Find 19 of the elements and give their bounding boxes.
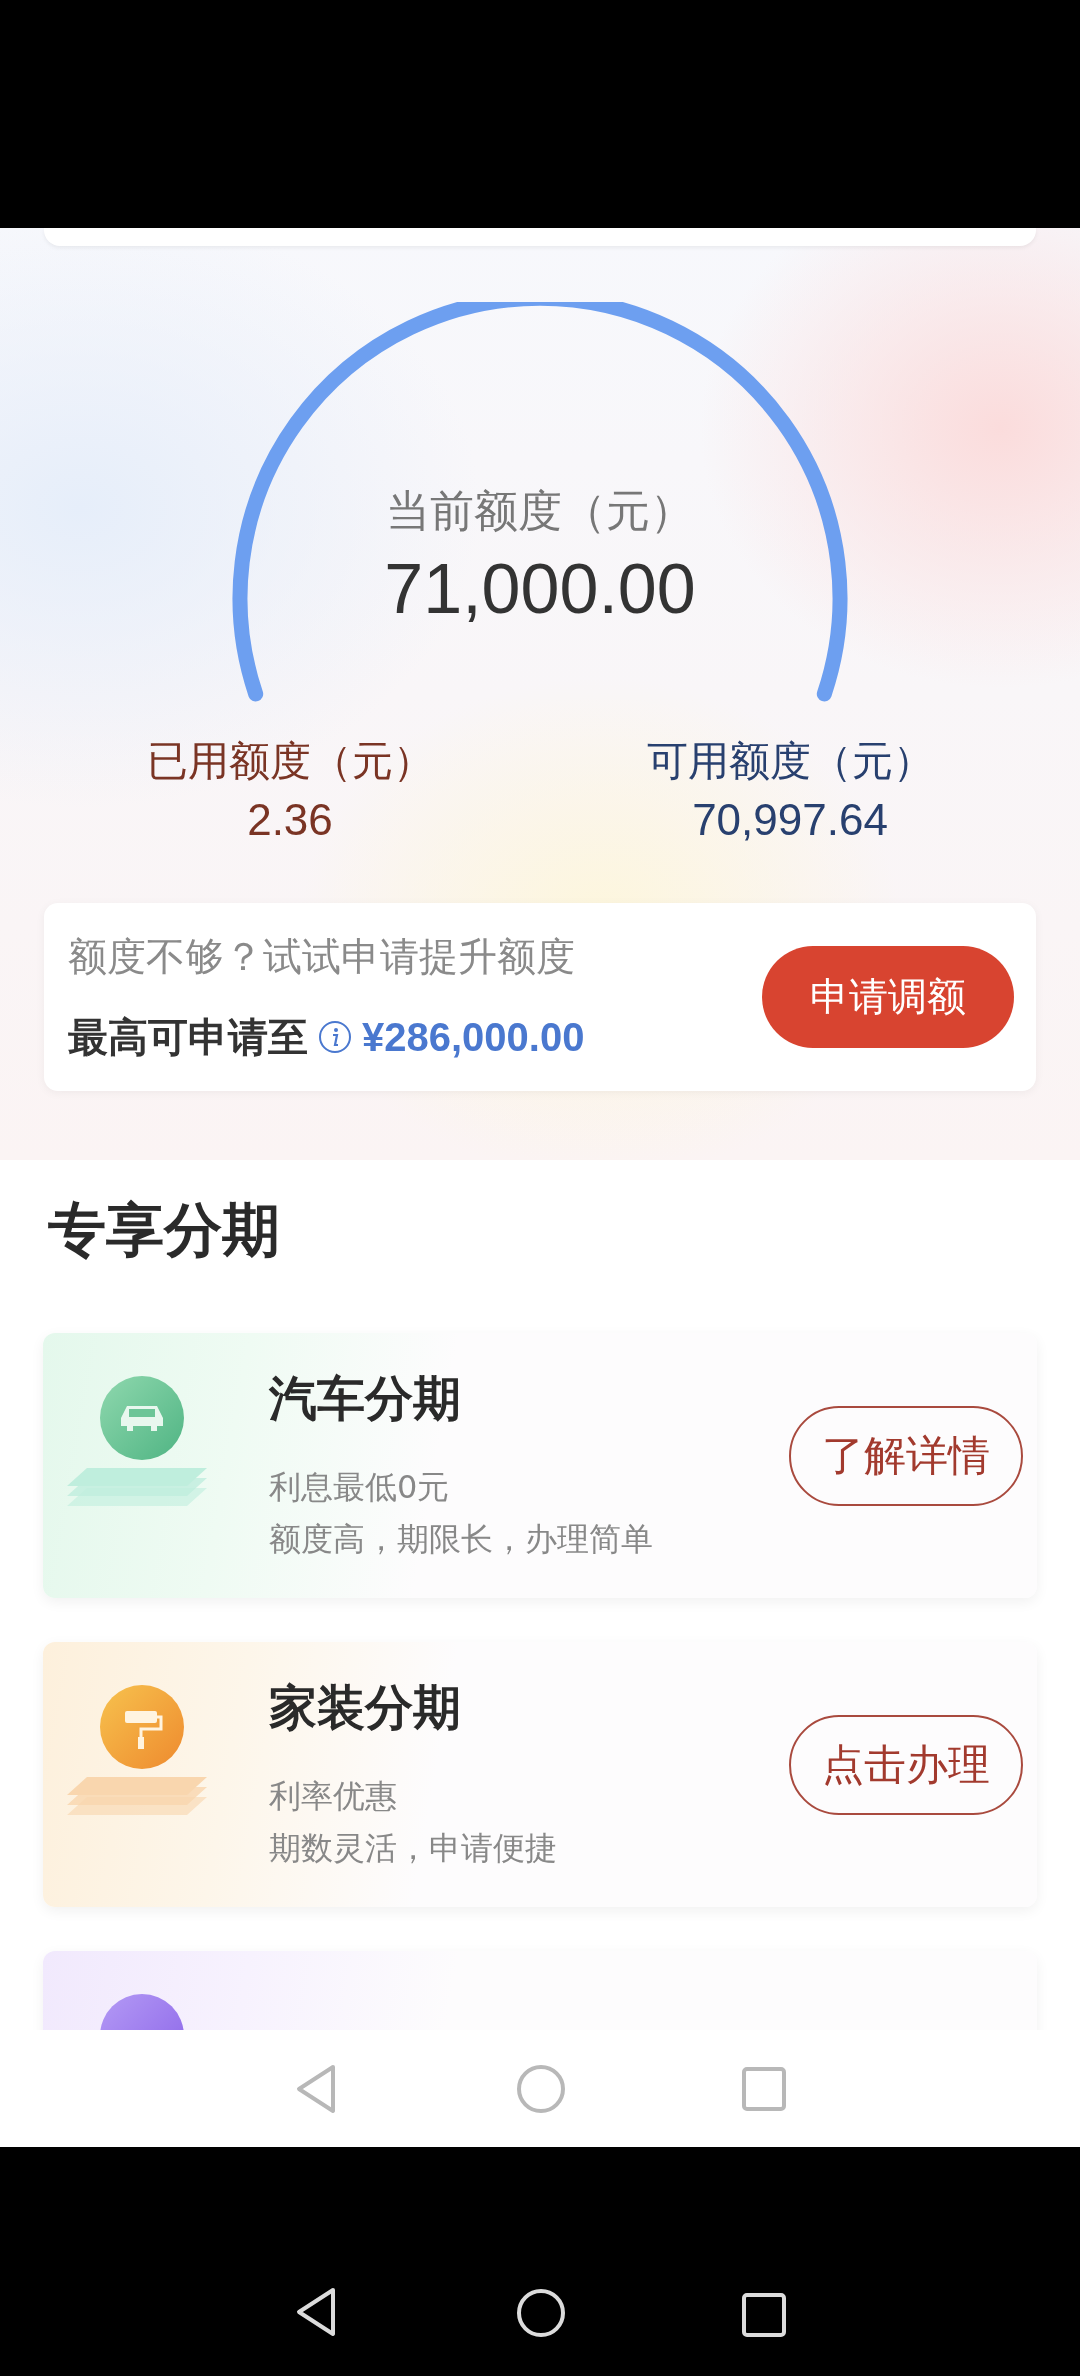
gauge-value: 71,000.00 xyxy=(384,549,696,629)
max-label: 最高可申请至 xyxy=(68,1012,308,1062)
available-value: 70,997.64 xyxy=(692,795,888,845)
product-title: 家装分期 xyxy=(269,1677,462,1737)
used-value: 2.36 xyxy=(247,795,333,845)
product-description: 利率优惠 xyxy=(269,1775,398,1817)
details-button[interactable]: 了解详情 xyxy=(789,1405,1023,1506)
promo-hint: 额度不够？试试申请提升额度 xyxy=(68,932,576,981)
product-description: 额度高，期限长，办理简单 xyxy=(269,1518,654,1560)
used-label: 已用额度（元） xyxy=(146,736,434,787)
details-button[interactable]: 点击办理 xyxy=(789,1714,1023,1815)
gauge-label: 当前额度（元） xyxy=(386,484,694,538)
section-title: 专享分期 xyxy=(48,1195,281,1266)
product-description: 期数灵活，申请便捷 xyxy=(269,1827,558,1869)
available-label: 可用额度（元） xyxy=(646,736,934,787)
apply-button[interactable]: 申请调额 xyxy=(762,946,1014,1048)
product-title: 汽车分期 xyxy=(269,1368,462,1428)
max-amount: ¥286,000.00 xyxy=(362,1014,585,1060)
product-description: 利息最低0元 xyxy=(269,1466,451,1508)
